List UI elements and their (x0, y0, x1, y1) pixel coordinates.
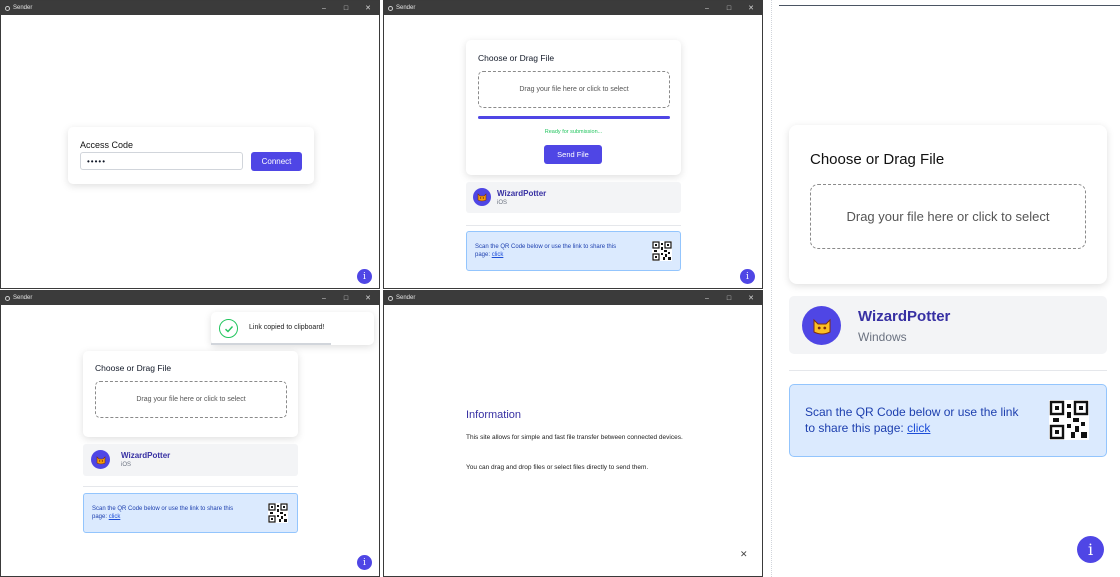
panel-separator (771, 0, 772, 577)
share-link[interactable]: click (907, 421, 930, 435)
device-card[interactable]: WizardPotter Windows (789, 296, 1107, 354)
upload-status: Ready for submission... (544, 129, 603, 135)
window-title: Sender (396, 295, 416, 301)
share-panel: Scan the QR Code below or use the link t… (466, 231, 681, 271)
file-drop-zone[interactable]: Drag your file here or click to select (810, 184, 1086, 249)
device-name: WizardPotter (497, 189, 547, 198)
send-file-button[interactable]: Send File (544, 145, 602, 164)
file-drop-zone[interactable]: Drag your file here or click to select (95, 381, 287, 418)
share-link[interactable]: click (109, 514, 121, 520)
upload-progress-bar (478, 116, 670, 119)
info-button[interactable]: i (1077, 536, 1104, 563)
info-title: Information (466, 409, 522, 421)
window-title: Sender (13, 5, 33, 11)
share-link[interactable]: click (492, 252, 504, 258)
close-button[interactable]: ✕ (357, 291, 379, 305)
device-name: WizardPotter (121, 451, 171, 460)
upload-card-title: Choose or Drag File (95, 363, 172, 373)
zoomed-panel: Choose or Drag File Drag your file here … (779, 0, 1120, 577)
cat-avatar-icon (91, 450, 110, 469)
upload-progress-fill (478, 116, 670, 119)
device-name: WizardPotter (858, 308, 951, 325)
window-information: Sender – □ ✕ Information This site allow… (383, 290, 763, 577)
toast-notification: Link copied to clipboard! (211, 312, 374, 345)
window-title: Sender (396, 5, 416, 11)
window-content: Link copied to clipboard! Choose or Drag… (1, 305, 379, 576)
title-bar: Sender – □ ✕ (384, 291, 762, 305)
cat-avatar-icon (802, 306, 841, 345)
maximize-button[interactable]: □ (718, 1, 740, 15)
device-os: iOS (121, 462, 132, 468)
upload-card-title: Choose or Drag File (810, 151, 945, 168)
maximize-button[interactable]: □ (718, 291, 740, 305)
window-login: Sender – □ ✕ Access Code ••••• Connect i (0, 0, 380, 289)
title-bar: Sender – □ ✕ (384, 1, 762, 15)
app-icon (388, 5, 393, 11)
qr-code-icon[interactable] (652, 241, 672, 261)
toast-message: Link copied to clipboard! (249, 324, 325, 331)
access-code-input[interactable]: ••••• (80, 152, 243, 170)
window-upload: Sender – □ ✕ Choose or Drag File Drag yo… (383, 0, 763, 289)
share-panel: Scan the QR Code below or use the link t… (83, 493, 298, 533)
app-icon (388, 295, 393, 301)
top-border (779, 5, 1120, 6)
minimize-button[interactable]: – (696, 291, 718, 305)
title-bar: Sender – □ ✕ (1, 291, 379, 305)
qr-code-icon[interactable] (268, 503, 288, 523)
info-button[interactable]: i (357, 555, 372, 570)
share-text: Scan the QR Code below or use the link t… (805, 404, 1025, 436)
access-code-label: Access Code (80, 140, 134, 150)
maximize-button[interactable]: □ (335, 1, 357, 15)
share-text: Scan the QR Code below or use the link t… (475, 243, 625, 259)
device-card[interactable]: WizardPotter iOS (83, 444, 298, 476)
share-text: Scan the QR Code below or use the link t… (92, 505, 242, 521)
minimize-button[interactable]: – (313, 1, 335, 15)
divider (466, 225, 681, 226)
access-code-value: ••••• (87, 157, 107, 166)
title-bar: Sender – □ ✕ (1, 1, 379, 15)
drop-zone-text: Drag your file here or click to select (136, 396, 246, 403)
upload-card-title: Choose or Drag File (478, 53, 555, 63)
close-button[interactable]: ✕ (740, 291, 762, 305)
device-os: Windows (858, 330, 907, 344)
close-button[interactable]: ✕ (357, 1, 379, 15)
device-os: iOS (497, 200, 508, 206)
minimize-button[interactable]: – (313, 291, 335, 305)
close-button[interactable]: ✕ (740, 1, 762, 15)
app-icon (5, 295, 10, 301)
login-card: Access Code ••••• Connect (68, 127, 314, 184)
connect-button[interactable]: Connect (251, 152, 302, 171)
minimize-button[interactable]: – (696, 1, 718, 15)
info-close-icon[interactable]: ✕ (740, 549, 748, 560)
drop-zone-text: Drag your file here or click to select (846, 209, 1050, 224)
upload-card: Choose or Drag File Drag your file here … (466, 40, 681, 175)
upload-card: Choose or Drag File Drag your file here … (83, 351, 298, 437)
info-paragraph-2: You can drag and drop files or select fi… (466, 464, 649, 471)
window-link-copied: Sender – □ ✕ Link copied to clipboard! C… (0, 290, 380, 577)
check-circle-icon (219, 319, 238, 338)
window-content: Choose or Drag File Drag your file here … (384, 15, 762, 288)
toast-timer-bar (211, 343, 331, 345)
share-panel: Scan the QR Code below or use the link t… (789, 384, 1107, 457)
file-drop-zone[interactable]: Drag your file here or click to select (478, 71, 670, 108)
screenshot-collage: Sender – □ ✕ Access Code ••••• Connect i… (0, 0, 1120, 577)
info-button[interactable]: i (740, 269, 755, 284)
drop-zone-text: Drag your file here or click to select (519, 86, 629, 93)
maximize-button[interactable]: □ (335, 291, 357, 305)
cat-avatar-icon (473, 188, 491, 206)
window-content: Access Code ••••• Connect i (1, 15, 379, 288)
divider (83, 486, 298, 487)
info-paragraph-1: This site allows for simple and fast fil… (466, 434, 683, 441)
upload-card: Choose or Drag File Drag your file here … (789, 125, 1107, 284)
info-button[interactable]: i (357, 269, 372, 284)
qr-code-icon[interactable] (1049, 400, 1089, 440)
app-icon (5, 5, 10, 11)
device-card[interactable]: WizardPotter iOS (466, 182, 681, 213)
window-content: Information This site allows for simple … (384, 305, 762, 576)
divider (789, 370, 1107, 371)
window-title: Sender (13, 295, 33, 301)
